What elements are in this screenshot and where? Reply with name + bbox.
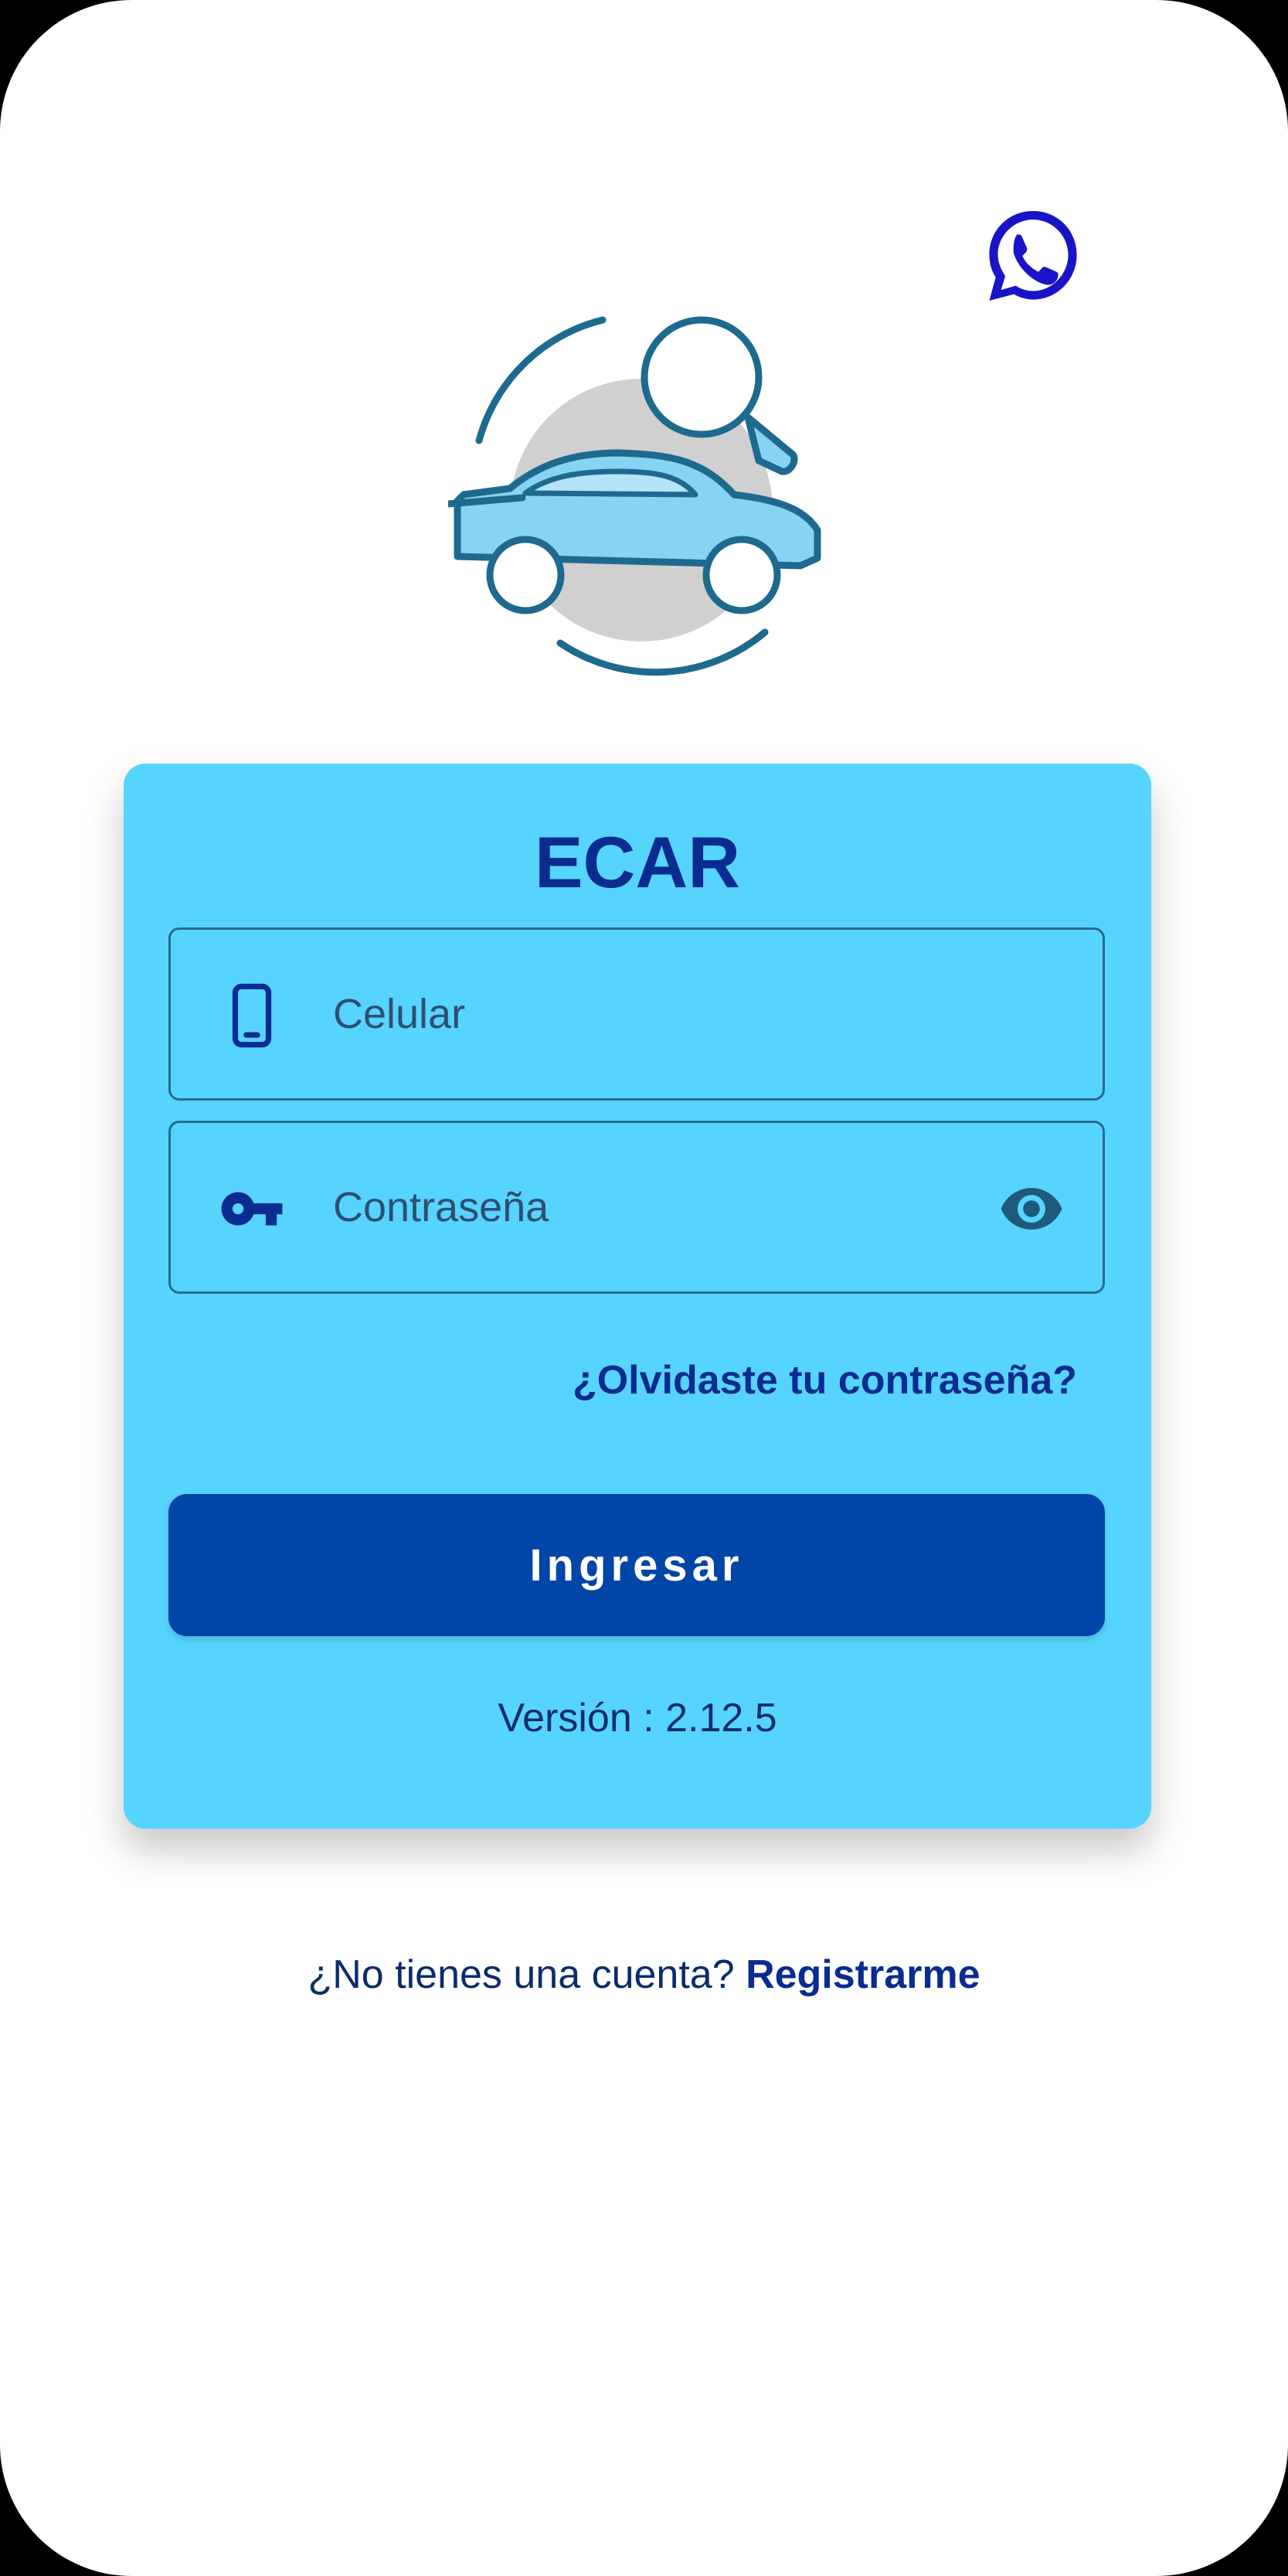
register-prompt: ¿No tienes una cuenta? Registrarme bbox=[0, 1952, 1288, 1998]
key-icon bbox=[219, 1176, 285, 1242]
mobile-phone-icon bbox=[219, 982, 285, 1049]
whatsapp-icon[interactable] bbox=[980, 202, 1086, 309]
password-field[interactable] bbox=[168, 1121, 1105, 1294]
login-card: ECAR ¿Olvidaste tu bbox=[124, 764, 1151, 1829]
register-link[interactable]: Registrarme bbox=[746, 1952, 980, 1997]
forgot-password-link[interactable]: ¿Olvidaste tu contraseña? bbox=[573, 1357, 1077, 1404]
version-label: Versión : 2.12.5 bbox=[498, 1696, 777, 1741]
password-input[interactable] bbox=[333, 1123, 1013, 1291]
car-search-logo bbox=[448, 309, 834, 680]
phone-input[interactable] bbox=[333, 930, 1013, 1098]
app-title: ECAR bbox=[534, 822, 741, 903]
login-button[interactable]: Ingresar bbox=[168, 1494, 1105, 1636]
register-prompt-text: ¿No tienes una cuenta? bbox=[308, 1952, 746, 1997]
phone-field[interactable] bbox=[168, 927, 1105, 1101]
eye-icon[interactable] bbox=[994, 1176, 1069, 1242]
phone-screen: ECAR ¿Olvidaste tu bbox=[0, 0, 1288, 2576]
